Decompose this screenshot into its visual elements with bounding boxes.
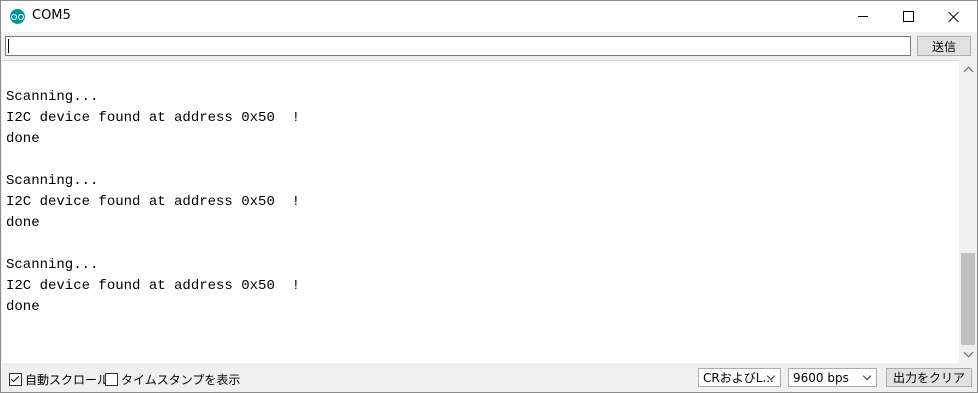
autoscroll-label: 自動スクロール	[25, 373, 110, 387]
chevron-down-icon	[862, 371, 872, 381]
chevron-down-icon	[963, 347, 973, 358]
output-line: Scanning...	[6, 89, 99, 105]
status-bar: 自動スクロール タイムスタンプを表示 CRおよびL... 9600 bps 出力…	[1, 363, 977, 392]
serial-monitor-window: COM5 送信 done Scanning... I2C device found …	[0, 0, 978, 393]
output-line: done	[6, 131, 40, 147]
scroll-up-button[interactable]	[959, 61, 977, 78]
clear-output-button[interactable]: 出力をクリア	[886, 368, 972, 387]
output-line: I2C device found at address 0x50 !	[6, 278, 301, 294]
scroll-thumb[interactable]	[961, 253, 975, 345]
output-line: Scanning...	[6, 173, 99, 189]
autoscroll-checkbox[interactable]	[9, 373, 22, 386]
output-line: done	[6, 215, 40, 231]
output-text: done Scanning... I2C device found at addre…	[6, 61, 301, 318]
send-button[interactable]: 送信	[917, 36, 971, 56]
close-button[interactable]	[931, 1, 976, 32]
chevron-up-icon	[963, 66, 973, 77]
send-row: 送信	[1, 32, 977, 60]
line-ending-value: CRおよびL...	[703, 371, 774, 385]
close-icon	[948, 11, 960, 23]
maximize-icon	[903, 11, 914, 22]
timestamp-label: タイムスタンプを表示	[121, 373, 241, 387]
autoscroll-toggle[interactable]: 自動スクロール	[9, 371, 109, 388]
vertical-scrollbar[interactable]	[959, 61, 977, 363]
output-line: Scanning...	[6, 257, 99, 273]
scroll-down-button[interactable]	[959, 346, 977, 363]
output-line: done	[6, 299, 40, 315]
maximize-button[interactable]	[886, 1, 931, 32]
title-bar: COM5	[1, 1, 977, 32]
timestamp-toggle[interactable]: タイムスタンプを表示	[105, 371, 240, 388]
line-ending-select[interactable]: CRおよびL...	[698, 368, 781, 387]
minimize-button[interactable]	[840, 1, 885, 32]
output-line: I2C device found at address 0x50 !	[6, 110, 301, 126]
minimize-icon	[857, 16, 868, 17]
window-title: COM5	[32, 8, 71, 23]
text-caret	[8, 39, 9, 53]
arduino-logo-icon	[10, 9, 25, 24]
send-input[interactable]	[5, 36, 911, 56]
serial-output[interactable]: done Scanning... I2C device found at addre…	[2, 60, 959, 364]
output-line: I2C device found at address 0x50 !	[6, 194, 301, 210]
baud-rate-select[interactable]: 9600 bps	[788, 368, 877, 387]
baud-rate-value: 9600 bps	[793, 370, 849, 385]
timestamp-checkbox[interactable]	[105, 373, 118, 386]
